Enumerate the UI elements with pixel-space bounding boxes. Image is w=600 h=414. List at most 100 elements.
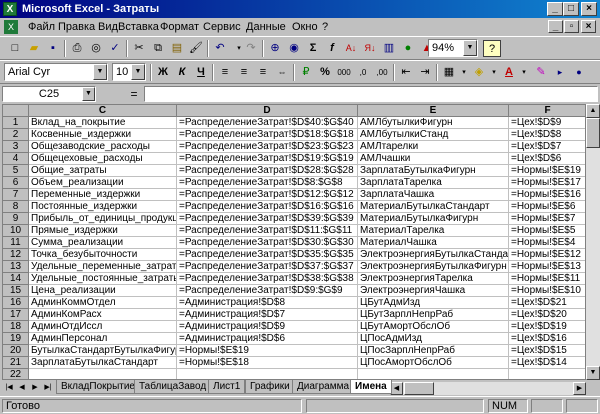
cell-d[interactable]: =РаспределениеЗатрат!$D$23:$G$23 (177, 141, 358, 153)
vertical-scrollbar[interactable]: ▲ ▼ (586, 104, 600, 380)
cell-f[interactable]: =Цех!$D$7 (509, 141, 585, 153)
cell-c[interactable]: БутылкаСтандартБутылкаФигурн (29, 345, 177, 357)
cell-f[interactable]: =Цех!$D$6 (509, 153, 585, 165)
cell-c[interactable]: Прямые_издержки (29, 225, 177, 237)
cell-e[interactable] (358, 369, 509, 379)
menu-format[interactable]: Формат (160, 18, 199, 36)
name-box-dropdown-icon[interactable]: ▼ (82, 87, 95, 101)
cell-d[interactable]: =РаспределениеЗатрат!$D$8:$G$8 (177, 177, 358, 189)
cell-e[interactable]: МатериалБутылкаСтандарт (358, 201, 509, 213)
cell-f[interactable]: =Нормы!$E$10 (509, 285, 585, 297)
sort-descending-icon[interactable]: Я↓ (361, 40, 379, 57)
scroll-left-icon[interactable]: ◀ (390, 382, 403, 395)
print-icon[interactable]: ⎙ (68, 40, 86, 57)
cell-d[interactable]: =РаспределениеЗатрат!$D$16:$G$16 (177, 201, 358, 213)
sheet-tab[interactable]: Имена (350, 380, 392, 394)
cell-f[interactable]: =Нормы!$E$6 (509, 201, 585, 213)
cell-c[interactable]: Общецеховые_расходы (29, 153, 177, 165)
cell-c[interactable]: Цена_реализации (29, 285, 177, 297)
vertical-scroll-thumb[interactable] (586, 118, 600, 148)
row-header[interactable]: 15 (3, 285, 29, 297)
menu-insert[interactable]: Вставка (118, 18, 159, 36)
spelling-icon[interactable]: ✓ (106, 40, 124, 57)
sheet-tab[interactable]: ВкладПокрытие (56, 380, 140, 394)
spreadsheet-grid[interactable]: C D E F 1 Вклад_на_покрытие =РаспределениеЗатр… (2, 104, 586, 380)
cell-d[interactable]: =РаспределениеЗатрат!$D$39:$G$39 (177, 213, 358, 225)
cell-c[interactable]: АдминПерсонал (29, 333, 177, 345)
name-box[interactable]: C25 ▼ (2, 86, 96, 102)
cut-icon[interactable]: ✂ (130, 40, 148, 57)
cell-d[interactable]: =РаспределениеЗатрат!$D$28:$G$28 (177, 165, 358, 177)
document-icon[interactable]: X (4, 20, 18, 34)
prev-sheet-icon[interactable]: ◀ (16, 382, 28, 394)
doc-minimize-button[interactable]: _ (548, 20, 563, 33)
merge-center-icon[interactable]: ⇔ (273, 64, 291, 81)
cell-d[interactable]: =РаспределениеЗатрат!$D$38:$G$38 (177, 273, 358, 285)
sort-ascending-icon[interactable]: A↓ (342, 40, 360, 57)
row-header[interactable]: 20 (3, 345, 29, 357)
more-buttons-icon[interactable]: ▸ (551, 64, 569, 81)
cell-e[interactable]: АМЛтарелки (358, 141, 509, 153)
row-header[interactable]: 7 (3, 189, 29, 201)
cell-e[interactable]: ЗарплатаБутылкаФигурн (358, 165, 509, 177)
cell-f[interactable]: =Цех!$D$8 (509, 129, 585, 141)
phonetic-icon[interactable]: ✎ (532, 64, 550, 81)
cell-d[interactable]: =Администрация!$D$6 (177, 333, 358, 345)
cell-c[interactable]: Сумма_реализации (29, 237, 177, 249)
first-sheet-icon[interactable]: |◀ (3, 382, 15, 394)
cell-d[interactable]: =РаспределениеЗатрат!$D$11:$G$11 (177, 225, 358, 237)
column-header[interactable]: F (509, 105, 585, 117)
cell-f[interactable]: =Цех!$D$16 (509, 333, 585, 345)
last-sheet-icon[interactable]: ▶| (42, 382, 54, 394)
undo-icon[interactable]: ↶ (211, 40, 229, 57)
cell-d[interactable]: =РаспределениеЗатрат!$D$12:$G$12 (177, 189, 358, 201)
format-painter-icon[interactable]: 🖌 (187, 40, 205, 57)
cell-e[interactable]: МатериалБутылкаФигурн (358, 213, 509, 225)
font-name-dropdown-icon[interactable]: ▼ (93, 64, 107, 80)
cell-e[interactable]: ЦПосЗарплНепрРаб (358, 345, 509, 357)
menu-help[interactable]: ? (322, 18, 328, 36)
borders-dropdown-icon[interactable]: ▾ (459, 64, 469, 81)
cell-c[interactable]: ЗарплатаБутылкаСтандарт (29, 357, 177, 369)
cell-e[interactable]: ЭлектроэнергияБутылкаФигурн (358, 261, 509, 273)
cell-c[interactable]: Удельные_постоянные_затраты (29, 273, 177, 285)
cell-d[interactable]: =РаспределениеЗатрат!$D$19:$G$19 (177, 153, 358, 165)
cell-f[interactable]: =Нормы!$E$11 (509, 273, 585, 285)
column-header[interactable]: E (358, 105, 509, 117)
row-header[interactable]: 21 (3, 357, 29, 369)
horizontal-scrollbar[interactable]: ◀ ▶ (390, 382, 586, 395)
cell-c[interactable]: Косвенные_издержки (29, 129, 177, 141)
menu-window[interactable]: Окно (292, 18, 318, 36)
comma-style-icon[interactable]: 000 (335, 64, 353, 81)
minimize-button[interactable]: _ (547, 2, 563, 16)
align-center-icon[interactable]: ≡ (235, 64, 253, 81)
row-header[interactable]: 3 (3, 141, 29, 153)
cell-e[interactable]: АМЛбутылкиСтанд (358, 129, 509, 141)
select-all-corner[interactable] (3, 105, 29, 117)
excel-app-icon[interactable]: X (3, 2, 17, 16)
cell-e[interactable]: ЭлектроэнергияТарелка (358, 273, 509, 285)
cell-d[interactable]: =Администрация!$D$8 (177, 297, 358, 309)
percent-icon[interactable]: % (316, 64, 334, 81)
cell-e[interactable]: МатериалТарелка (358, 225, 509, 237)
next-sheet-icon[interactable]: ▶ (29, 382, 41, 394)
row-header[interactable]: 5 (3, 165, 29, 177)
cell-d[interactable]: =Администрация!$D$9 (177, 321, 358, 333)
row-header[interactable]: 2 (3, 129, 29, 141)
cell-e[interactable]: ЦБутАдмИзд (358, 297, 509, 309)
edit-formula-button[interactable]: = (126, 86, 142, 102)
horizontal-scroll-thumb[interactable] (404, 382, 434, 395)
sheet-tab[interactable]: Диаграмма (292, 380, 355, 394)
cell-e[interactable]: ЦПосАдмИзд (358, 333, 509, 345)
hyperlink-icon[interactable]: ⊕ (266, 40, 284, 57)
increase-decimal-icon[interactable]: ,0 (354, 64, 372, 81)
font-name-select[interactable]: Arial Cyr ▼ (4, 63, 108, 81)
cell-f[interactable]: =Нормы!$E$17 (509, 177, 585, 189)
cell-f[interactable]: =Нормы!$E$19 (509, 165, 585, 177)
open-icon[interactable]: ▰ (25, 40, 43, 57)
chart-wizard-icon[interactable]: ▥ (380, 40, 398, 57)
increase-indent-icon[interactable]: ⇥ (416, 64, 434, 81)
cell-c[interactable]: АдминОтдИссл (29, 321, 177, 333)
doc-close-button[interactable]: × (581, 20, 596, 33)
row-header[interactable]: 10 (3, 225, 29, 237)
